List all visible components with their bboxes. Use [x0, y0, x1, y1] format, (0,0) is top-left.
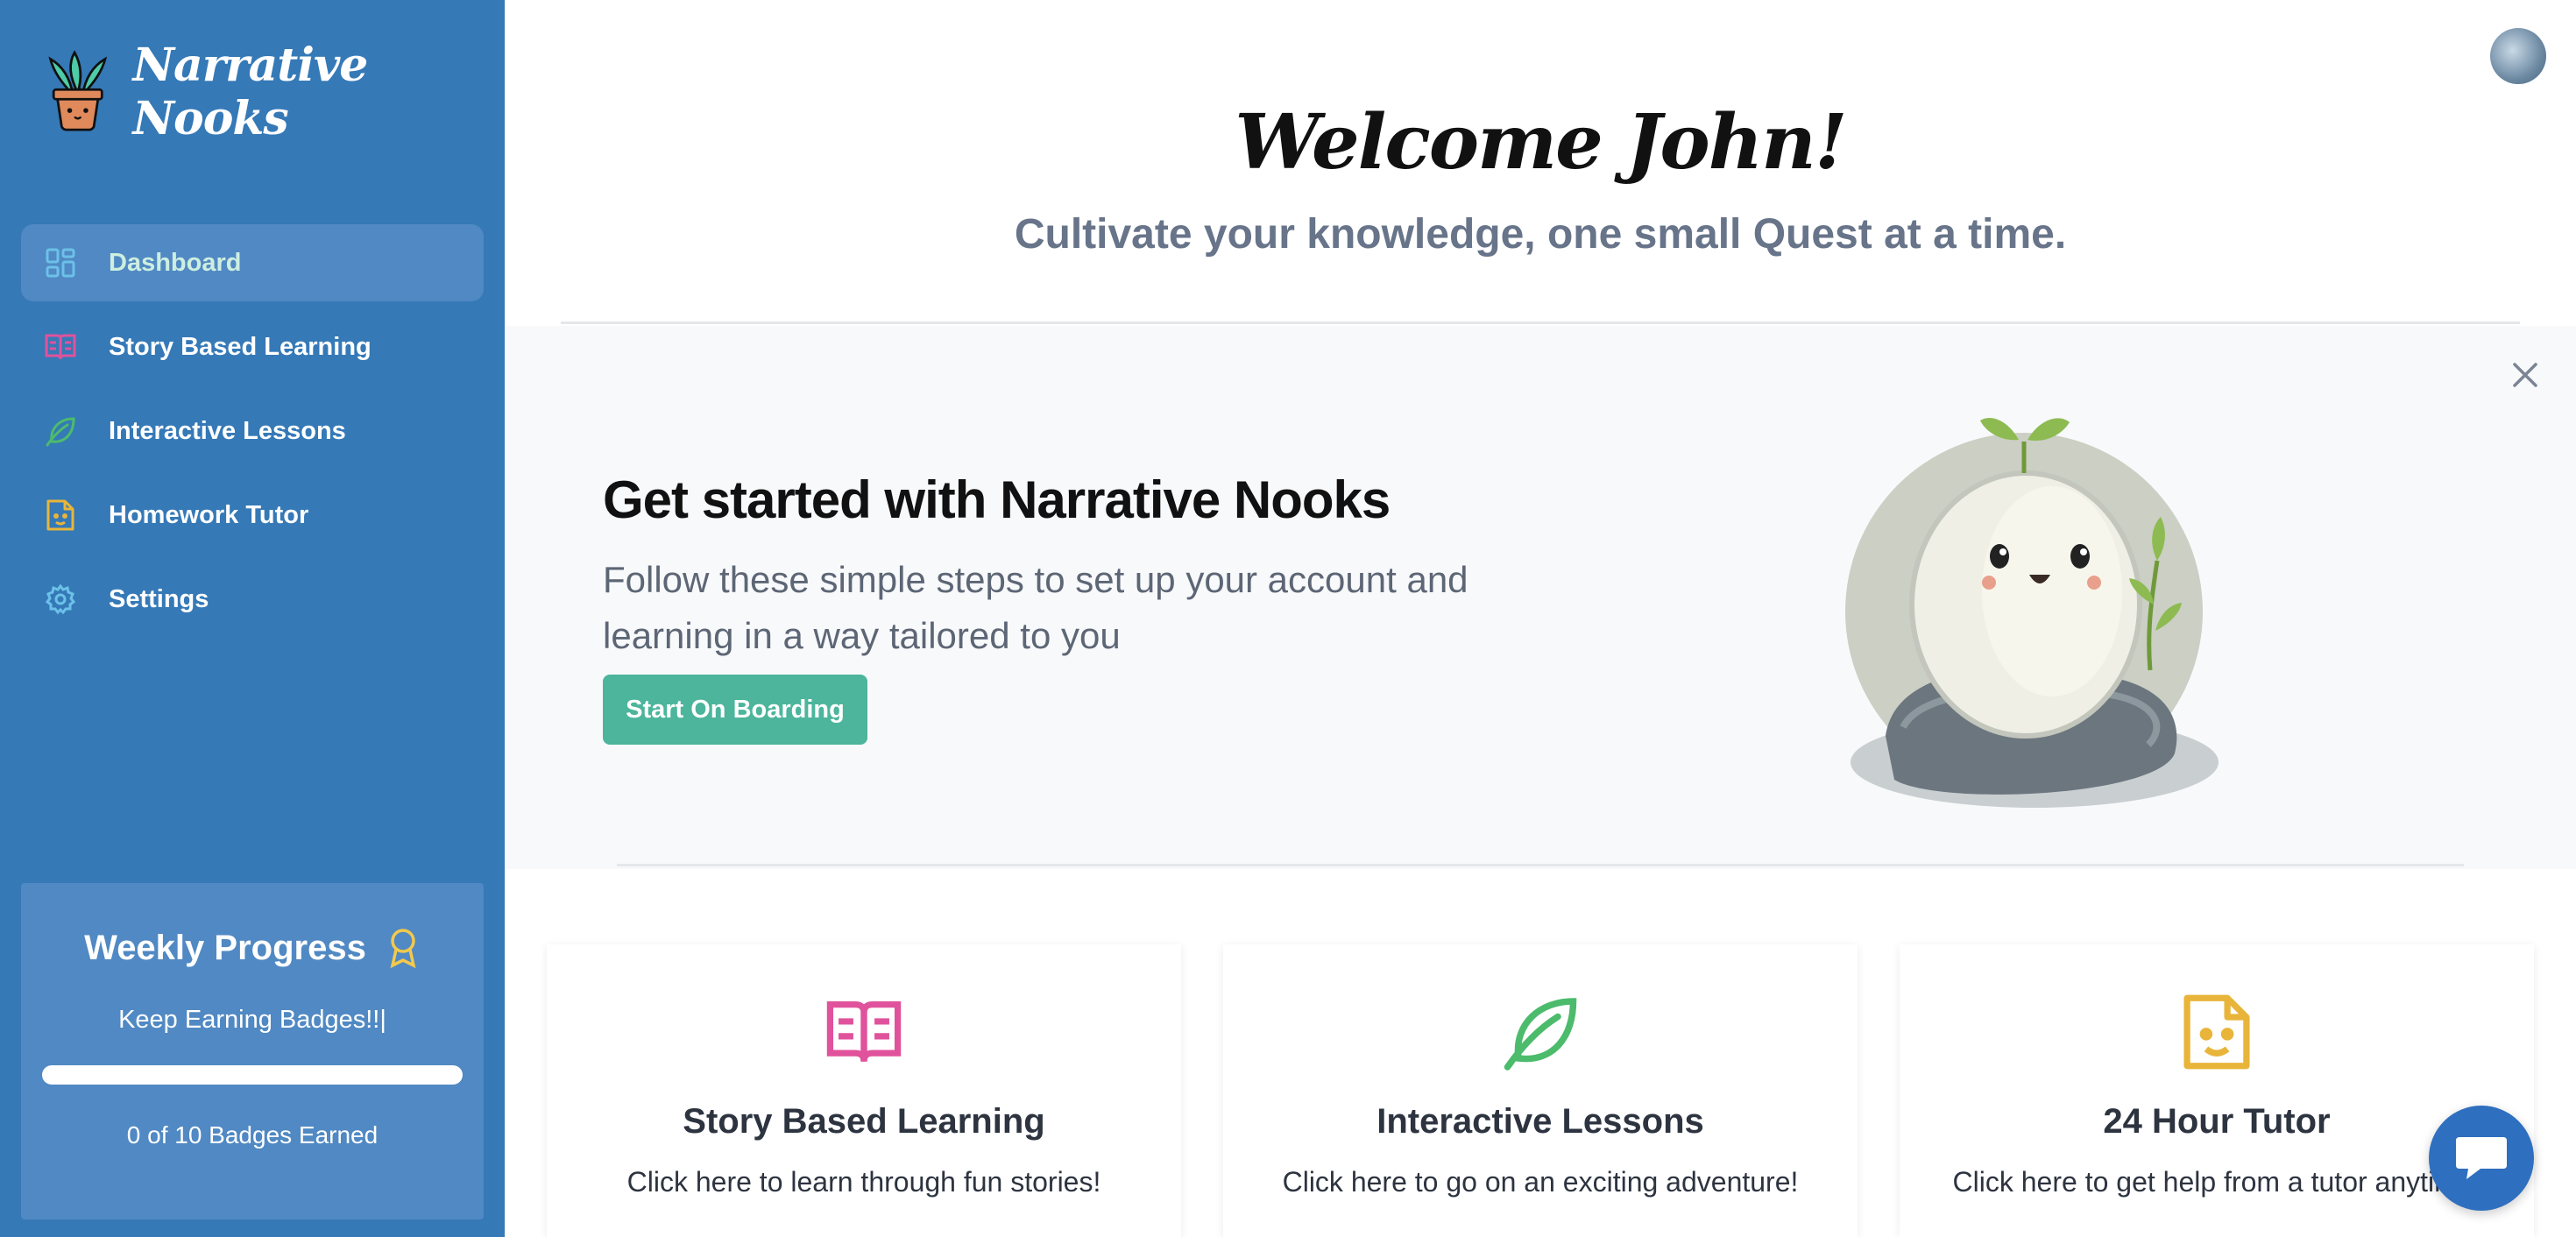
chat-button[interactable]	[2429, 1106, 2534, 1211]
smiley-note-icon	[2183, 994, 2250, 1070]
sidebar: Narrative Nooks Dashboard Story Based Le…	[0, 0, 505, 1237]
sidebar-item-interactive-lessons[interactable]: Interactive Lessons	[21, 392, 484, 470]
seed-mascot-illustration	[1845, 417, 2219, 808]
card-description: Click here to get help from a tutor anyt…	[1952, 1166, 2481, 1198]
avatar[interactable]	[2490, 28, 2546, 84]
card-interactive-lessons[interactable]: Interactive Lessons Click here to go on …	[1223, 944, 1858, 1237]
sidebar-item-label: Settings	[109, 584, 209, 613]
sidebar-item-label: Story Based Learning	[109, 332, 372, 361]
sidebar-item-story-based-learning[interactable]: Story Based Learning	[21, 308, 484, 385]
sidebar-item-homework-tutor[interactable]: Homework Tutor	[21, 477, 484, 554]
progress-title: Weekly Progress	[84, 928, 366, 967]
card-description: Click here to go on an exciting adventur…	[1282, 1166, 1799, 1198]
progress-bar	[42, 1065, 463, 1085]
potted-plant-logo	[48, 50, 108, 131]
banner-title: Get started with Narrative Nooks	[603, 470, 1391, 529]
brand-title: Narrative Nooks	[132, 39, 369, 145]
smiley-note-icon	[44, 498, 77, 532]
sidebar-nav: Dashboard Story Based Learning Interacti…	[21, 224, 484, 645]
card-description: Click here to learn through fun stories!	[626, 1166, 1101, 1198]
sidebar-item-label: Homework Tutor	[109, 500, 309, 529]
card-title: Interactive Lessons	[1376, 1102, 1704, 1141]
sidebar-item-label: Dashboard	[109, 248, 242, 277]
award-ribbon-icon	[390, 929, 416, 969]
brand[interactable]: Narrative Nooks	[46, 39, 505, 145]
sidebar-item-dashboard[interactable]: Dashboard	[21, 224, 484, 301]
divider	[561, 322, 2520, 324]
sidebar-item-settings[interactable]: Settings	[21, 561, 484, 638]
sidebar-item-label: Interactive Lessons	[109, 416, 346, 445]
leaf-icon	[44, 414, 77, 448]
gear-icon	[44, 583, 77, 616]
badges-earned-count: 0 of 10 Badges Earned	[126, 1121, 379, 1149]
tagline: Cultivate your knowledge, one small Ques…	[1014, 211, 2067, 258]
close-icon[interactable]	[2508, 357, 2543, 392]
chat-bubble-icon	[2456, 1137, 2507, 1179]
open-book-icon	[826, 1001, 902, 1062]
dashboard-grid-icon	[44, 246, 77, 279]
card-story-based-learning[interactable]: Story Based Learning Click here to learn…	[547, 944, 1181, 1237]
welcome-heading: Welcome John!	[1235, 98, 1847, 187]
feature-cards: Story Based Learning Click here to learn…	[547, 944, 2534, 1237]
open-book-icon	[44, 330, 77, 364]
divider	[617, 864, 2464, 866]
leaf-icon	[1504, 998, 1577, 1071]
card-title: Story Based Learning	[683, 1102, 1045, 1141]
progress-subtitle: Keep Earning Badges!!|	[118, 1006, 386, 1034]
weekly-progress-card: Weekly Progress Keep Earning Badges!!| 0…	[21, 883, 484, 1219]
card-24-hour-tutor[interactable]: 24 Hour Tutor Click here to get help fro…	[1900, 944, 2534, 1237]
start-onboarding-button[interactable]: Start On Boarding	[603, 675, 867, 745]
banner-description: Follow these simple steps to set up your…	[603, 559, 1468, 656]
